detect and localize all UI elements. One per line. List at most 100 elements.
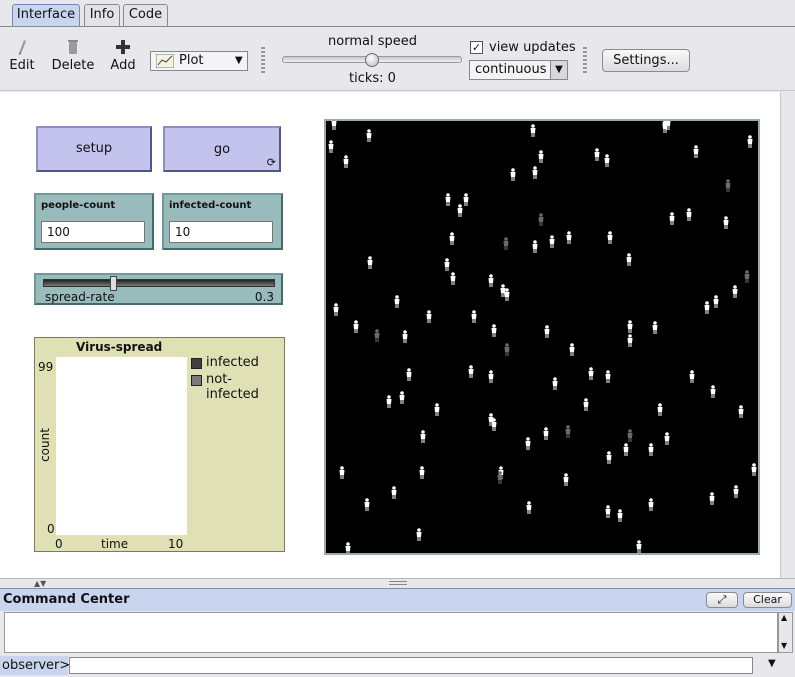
speed-slider-knob[interactable] [365, 53, 379, 67]
view-updates-checkbox[interactable]: ✓ [470, 41, 483, 54]
tab-interface[interactable]: Interface [12, 4, 80, 26]
virus-spread-plot[interactable]: Virus-spread 99 0 count 0 time 10 infect… [34, 337, 285, 552]
person-icon [583, 398, 589, 411]
add-button[interactable]: Add [98, 36, 148, 73]
world-canvas [328, 121, 757, 553]
person-icon [563, 473, 569, 486]
spread-rate-track[interactable] [43, 279, 275, 287]
delete-button[interactable]: Delete [48, 36, 98, 73]
toolbar-separator [583, 47, 587, 73]
person-icon [345, 542, 351, 553]
clear-button[interactable]: Clear [743, 592, 792, 608]
person-icon [544, 325, 550, 338]
tab-code[interactable]: Code [123, 4, 168, 26]
person-icon [738, 405, 744, 418]
tab-info[interactable]: Info [84, 4, 120, 26]
person-icon [406, 368, 412, 381]
plot-ymin: 0 [47, 522, 55, 536]
person-icon [605, 370, 611, 383]
person-icon [463, 193, 469, 206]
person-icon [419, 466, 425, 479]
pencil-icon [19, 40, 26, 55]
person-icon [391, 486, 397, 499]
command-input[interactable] [69, 657, 753, 674]
person-icon [503, 237, 509, 250]
spread-rate-label: spread-rate [45, 290, 115, 304]
person-icon [416, 528, 422, 541]
collapse-arrows-icon[interactable]: ▲▼ [34, 579, 46, 588]
person-icon [648, 498, 654, 511]
command-center-title: Command Center [3, 592, 130, 607]
person-icon [504, 343, 510, 356]
command-output[interactable] [4, 612, 778, 653]
person-icon [627, 429, 633, 442]
toolbar-separator [261, 47, 265, 73]
person-icon [488, 370, 494, 383]
person-icon [366, 129, 372, 142]
popout-button[interactable]: ⤢ [706, 592, 738, 608]
person-icon [491, 324, 497, 337]
person-icon [565, 425, 571, 438]
scroll-up-icon[interactable]: ▲ [781, 613, 787, 622]
go-button[interactable]: go ⟳ [163, 126, 281, 172]
infected-count-input-widget[interactable]: infected-count 10 [162, 193, 283, 250]
person-icon [532, 240, 538, 253]
trash-icon [68, 40, 78, 54]
person-icon [623, 443, 629, 456]
history-dropdown-icon[interactable]: ▼ [768, 658, 776, 669]
interface-scrollbar[interactable] [780, 92, 795, 578]
setup-button[interactable]: setup [36, 126, 152, 172]
person-icon [525, 437, 531, 450]
legend-label-not-infected: not-infected [206, 372, 259, 402]
person-icon [426, 310, 432, 323]
person-icon [468, 365, 474, 378]
person-icon [471, 310, 477, 323]
widget-type-dropdown[interactable]: Plot ▼ [150, 51, 248, 71]
go-label: go [213, 141, 231, 157]
drag-handle-icon[interactable] [389, 581, 407, 585]
delete-label: Delete [51, 58, 95, 73]
person-icon [457, 204, 463, 217]
person-icon [510, 168, 516, 181]
person-icon [449, 232, 455, 245]
people-count-label: people-count [41, 200, 116, 211]
checkmark-icon: ✓ [471, 41, 482, 54]
forever-icon: ⟳ [266, 156, 276, 169]
plot-ylabel: count [37, 428, 52, 462]
plot-xlabel: time [101, 537, 129, 551]
person-icon [364, 498, 370, 511]
edit-label: Edit [9, 58, 35, 73]
person-icon [374, 329, 380, 342]
scroll-down-icon[interactable]: ▼ [781, 641, 787, 650]
person-icon [723, 216, 729, 229]
command-output-scrollbar[interactable]: ▲ ▼ [778, 612, 793, 653]
person-icon [500, 284, 506, 297]
infected-count-field[interactable]: 10 [169, 221, 273, 243]
world-view[interactable] [324, 119, 760, 555]
people-count-field[interactable]: 100 [41, 221, 145, 243]
person-icon [450, 272, 456, 285]
spread-rate-knob[interactable] [109, 276, 117, 291]
spread-rate-slider[interactable]: spread-rate 0.3 [34, 273, 283, 305]
settings-button[interactable]: Settings... [602, 49, 690, 72]
legend-swatch-not-infected [191, 375, 202, 386]
plot-ymax: 99 [38, 360, 54, 374]
people-count-input-widget[interactable]: people-count 100 [34, 193, 154, 250]
spread-rate-value: 0.3 [254, 290, 274, 304]
person-icon [434, 403, 440, 416]
person-icon [627, 334, 633, 347]
plot-area [56, 357, 187, 535]
person-icon [725, 179, 731, 192]
person-icon [657, 403, 663, 416]
person-icon [394, 295, 400, 308]
person-icon [751, 463, 757, 476]
person-icon [491, 418, 497, 431]
observer-prompt[interactable]: observer> [0, 656, 70, 675]
update-mode-dropdown[interactable]: continuous ▼ [469, 60, 568, 80]
edit-button[interactable]: Edit [0, 36, 47, 73]
person-icon [626, 253, 632, 266]
person-icon [747, 135, 753, 148]
add-label: Add [110, 58, 136, 73]
command-center-splitter[interactable]: ▲▼ [0, 578, 795, 588]
person-icon [333, 303, 339, 316]
